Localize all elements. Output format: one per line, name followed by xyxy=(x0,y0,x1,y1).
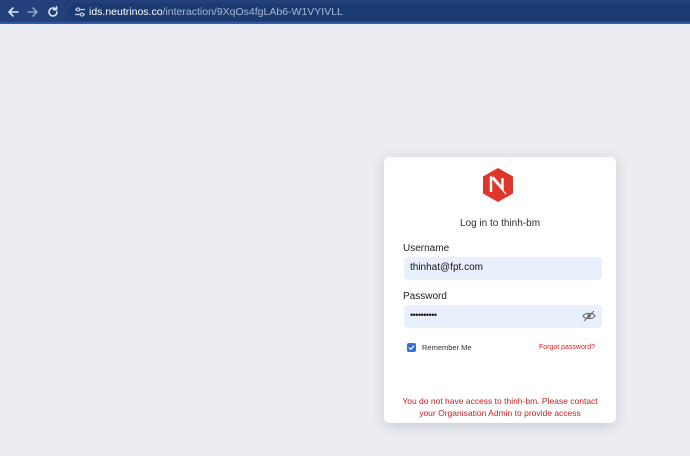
username-input[interactable]: thinhat@fpt.com xyxy=(404,257,602,280)
page-title: Log in to thinh-bm xyxy=(459,218,541,229)
login-card: Log in to thinh-bm Username thinhat@fpt.… xyxy=(384,157,616,423)
reload-icon[interactable] xyxy=(45,4,61,20)
error-line-2: your Organisation Admin to provide acces… xyxy=(419,408,581,418)
remember-me-label[interactable]: Remember Me xyxy=(422,343,472,352)
username-label: Username xyxy=(403,243,450,254)
username-value: thinhat@fpt.com xyxy=(410,262,483,273)
forgot-password-link[interactable]: Forgot password? xyxy=(539,344,595,351)
eye-icon[interactable] xyxy=(582,310,596,322)
back-icon[interactable] xyxy=(5,4,21,20)
error-line-1: You do not have access to thinh-bm. Plea… xyxy=(402,396,598,406)
neutrinos-logo-icon xyxy=(483,168,513,202)
password-input[interactable]: •••••••••• xyxy=(404,305,602,328)
remember-me-checkbox[interactable] xyxy=(407,343,416,352)
check-icon xyxy=(408,345,415,351)
address-bar[interactable]: ids.neutrinos.co/interaction/9XqOs4fgLAb… xyxy=(68,3,690,21)
tune-icon[interactable] xyxy=(74,6,86,18)
url-text[interactable]: ids.neutrinos.co/interaction/9XqOs4fgLAb… xyxy=(89,5,343,19)
url-path: /interaction/9XqOs4fgLAb6-W1VYIVLL xyxy=(162,6,343,18)
password-value: •••••••••• xyxy=(410,310,437,320)
password-label: Password xyxy=(403,291,447,302)
forward-icon[interactable] xyxy=(25,4,41,20)
browser-toolbar: ids.neutrinos.co/interaction/9XqOs4fgLAb… xyxy=(0,0,690,24)
url-host: ids.neutrinos.co xyxy=(89,6,163,18)
error-message: You do not have access to thinh-bm. Plea… xyxy=(384,395,616,419)
